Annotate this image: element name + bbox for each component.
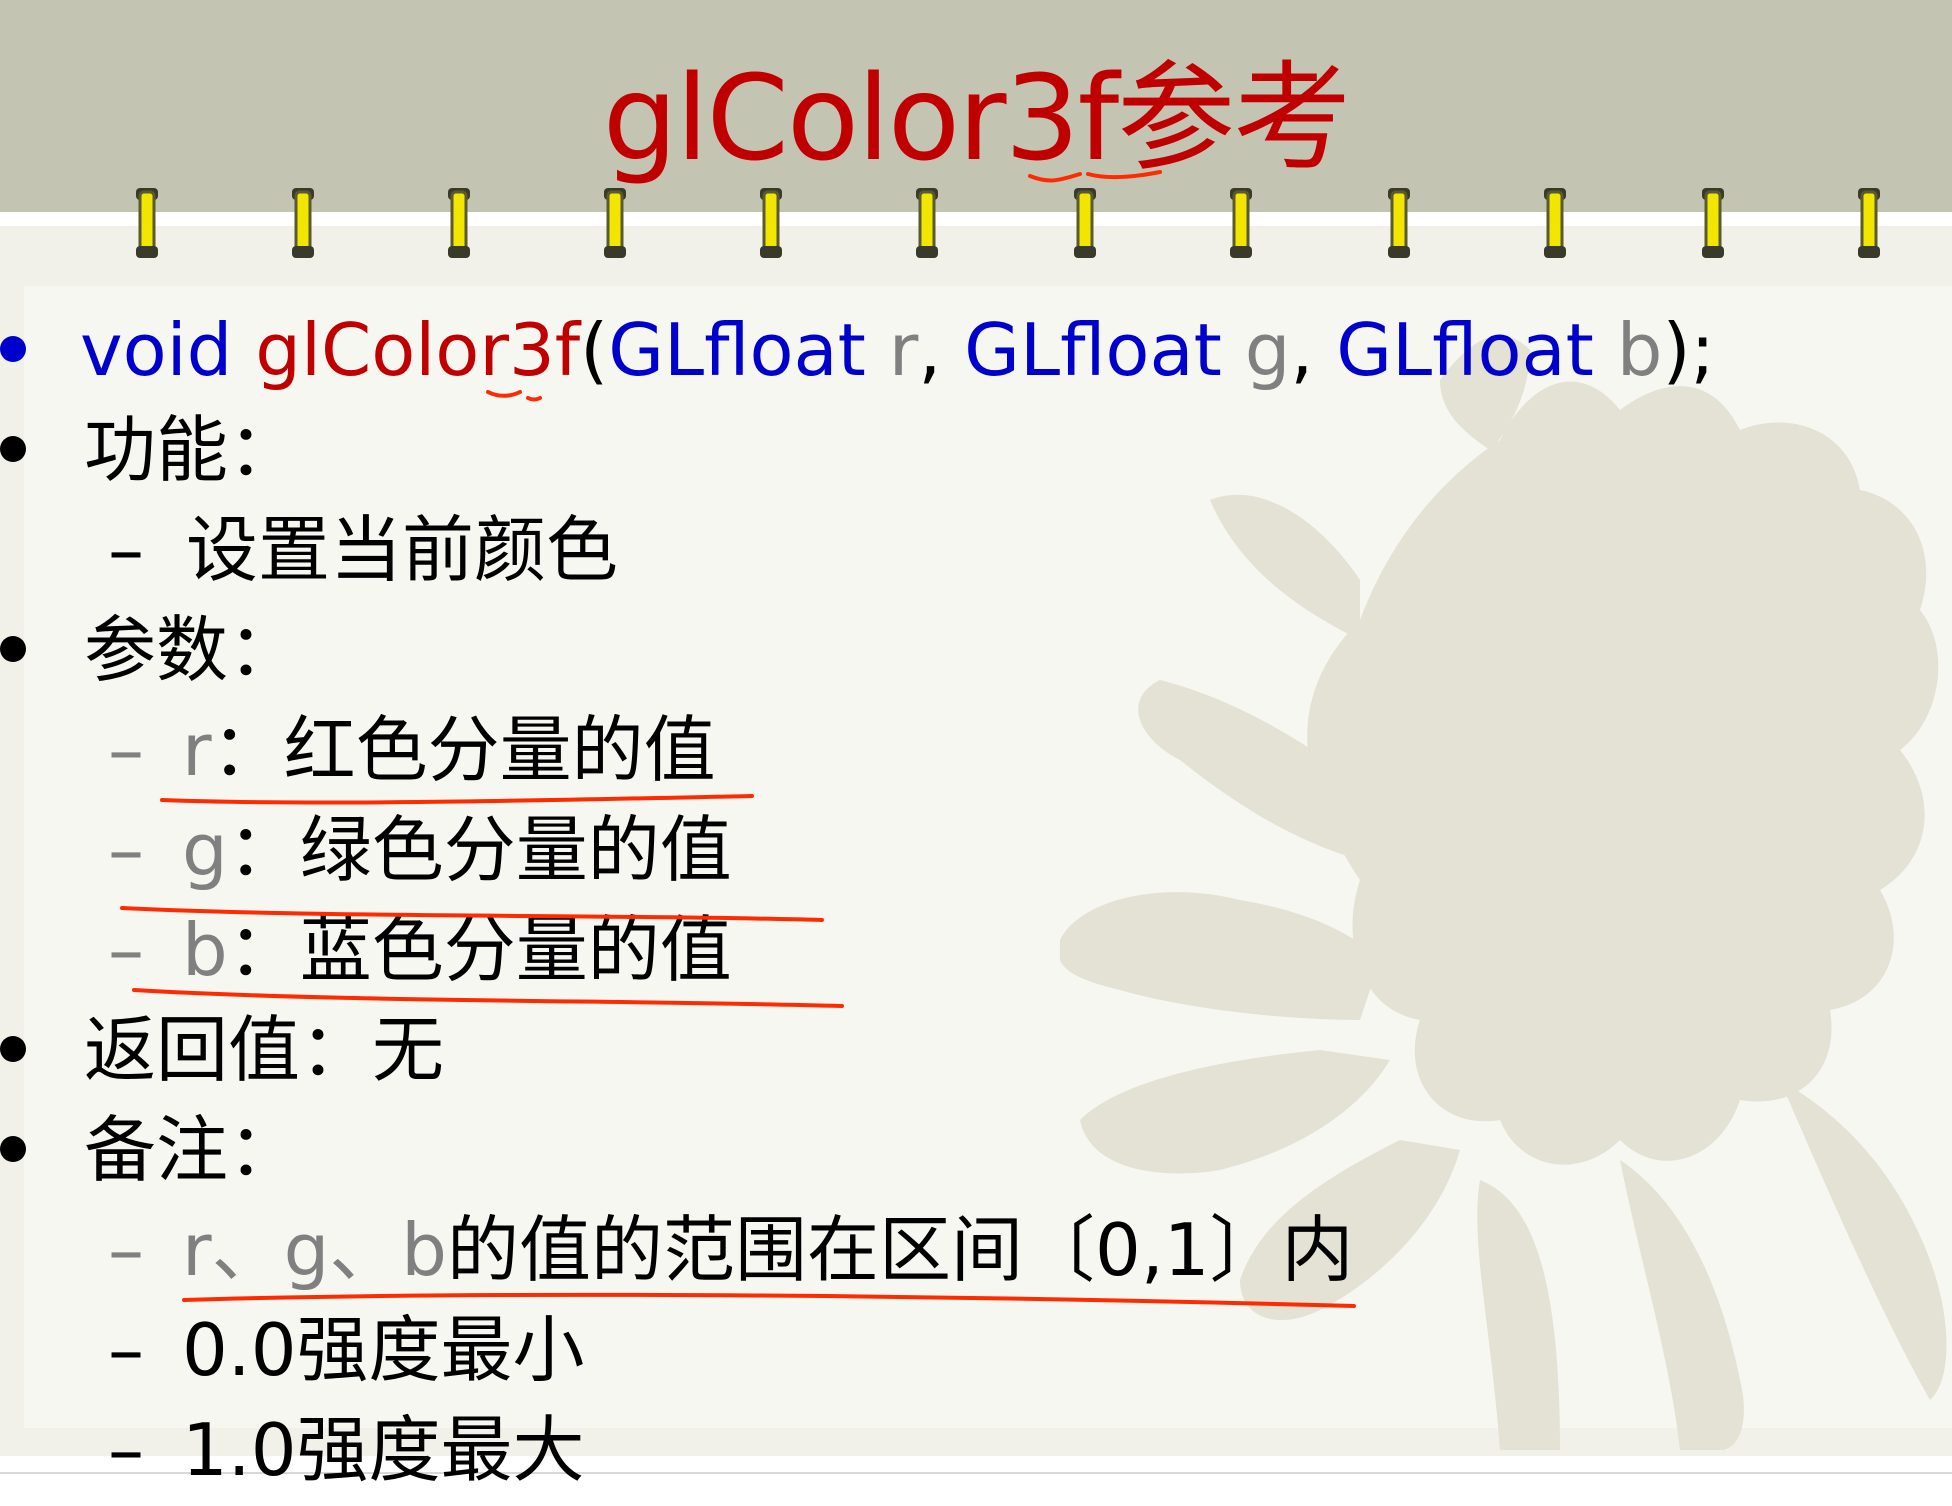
- param-name: b: [182, 908, 228, 992]
- note-max-desc: 强度最大: [296, 1408, 585, 1492]
- param-type-r: GLfloat: [608, 308, 866, 392]
- title-function-name: glColor3f: [602, 49, 1119, 187]
- param-separator: ：: [211, 708, 284, 792]
- param-separator: ：: [227, 808, 300, 892]
- dash-marker: –: [108, 708, 144, 792]
- param-name-g: g: [1244, 308, 1291, 392]
- binder-ring-icon: [1858, 188, 1880, 258]
- binder-ring-icon: [136, 188, 158, 258]
- close-paren: );: [1662, 308, 1715, 392]
- param-type-b: GLfloat: [1336, 308, 1594, 392]
- param-name-r: r: [888, 308, 919, 392]
- slide-header: glColor3f参考: [0, 0, 1952, 212]
- bullet-icon: [0, 1036, 26, 1062]
- param-desc: 蓝色分量的值: [299, 908, 732, 992]
- binder-ring-icon: [1388, 188, 1410, 258]
- param-desc: 红色分量的值: [283, 708, 716, 792]
- dash-marker: –: [108, 508, 144, 592]
- binder-ring-icon: [292, 188, 314, 258]
- param-name: g: [182, 808, 228, 892]
- binder-ring-icon: [1544, 188, 1566, 258]
- function-name: glColor3f: [255, 308, 581, 392]
- dash-marker: –: [108, 1408, 144, 1492]
- binder-ring-icon: [448, 188, 470, 258]
- return-type: void: [80, 308, 233, 392]
- binder-ring-icon: [916, 188, 938, 258]
- param-type-g: GLfloat: [964, 308, 1222, 392]
- note-desc: 的值的范围在区间〔0,1〕内: [447, 1208, 1354, 1292]
- return-label: 返回值：: [84, 1008, 373, 1092]
- open-paren: (: [580, 308, 609, 392]
- bullet-icon: [0, 436, 26, 462]
- dash-marker: –: [108, 1208, 144, 1292]
- return-value: 无: [372, 1008, 445, 1092]
- slide-body: void glColor3f(GLfloat r, GLfloat g, GLf…: [0, 300, 1952, 1506]
- param-separator: ：: [227, 908, 300, 992]
- bullet-icon: [0, 1136, 26, 1162]
- comma: ,: [1290, 308, 1314, 392]
- param-name: r: [182, 708, 212, 792]
- note-max-value: 1.0: [182, 1408, 297, 1492]
- binder-ring-icon: [1074, 188, 1096, 258]
- params-label: 参数：: [84, 608, 301, 692]
- param-name-b: b: [1616, 308, 1663, 392]
- signature-code: void glColor3f(GLfloat r, GLfloat g, GLf…: [80, 300, 1715, 400]
- note-vars: r、g、b: [182, 1208, 448, 1292]
- title-suffix: 参考: [1117, 49, 1351, 187]
- param-desc: 绿色分量的值: [299, 808, 732, 892]
- slide-title: glColor3f参考: [0, 48, 1952, 188]
- binder-ring-icon: [1230, 188, 1252, 258]
- bullet-icon: [0, 336, 26, 362]
- binder-ring-icon: [760, 188, 782, 258]
- note-min-desc: 强度最小: [296, 1308, 585, 1392]
- comma: ,: [918, 308, 942, 392]
- bullet-icon: [0, 636, 26, 662]
- binder-ring-icon: [1702, 188, 1724, 258]
- dash-marker: –: [108, 808, 144, 892]
- function-desc-text: 设置当前颜色: [186, 508, 619, 592]
- dash-marker: –: [108, 908, 144, 992]
- dash-marker: –: [108, 1308, 144, 1392]
- note-min-value: 0.0: [182, 1308, 297, 1392]
- binder-ring-icon: [604, 188, 626, 258]
- function-label: 功能：: [84, 408, 301, 492]
- notes-label: 备注：: [84, 1108, 301, 1192]
